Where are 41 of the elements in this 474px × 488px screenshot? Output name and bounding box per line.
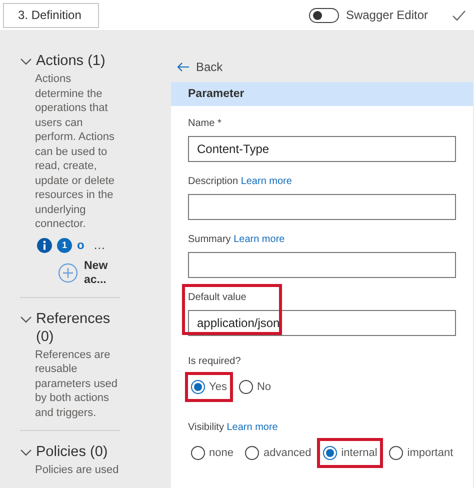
section-title[interactable]: Actions (1) xyxy=(36,52,106,70)
field-label: Default value xyxy=(188,292,248,304)
count-badge: 1 xyxy=(57,238,72,252)
chevron-icon[interactable] xyxy=(20,316,32,324)
operation-name[interactable]: o xyxy=(77,238,84,252)
radio-option[interactable]: Yes xyxy=(185,374,233,400)
radio-option[interactable]: internal xyxy=(317,440,384,466)
swagger-toggle[interactable] xyxy=(308,8,339,22)
input-field[interactable] xyxy=(188,252,456,278)
section-description: References are reusable parameters used by both actions and triggers. xyxy=(35,348,119,420)
learn-more-link[interactable]: Learn more xyxy=(240,176,292,187)
info-icon xyxy=(37,238,52,252)
field-label: Name * xyxy=(188,118,222,130)
section-description: Actions determine the operations that users can perform. Actions can be used to read, create, update or delete resources in the underlying connector. xyxy=(35,72,116,232)
radio-option[interactable]: important xyxy=(383,440,460,466)
group-label: Is required? xyxy=(188,356,242,368)
section-description: Policies are used xyxy=(35,463,119,478)
check-icon[interactable] xyxy=(452,10,466,20)
field-label: Description Learn more xyxy=(188,176,293,188)
chevron-icon[interactable] xyxy=(20,449,32,457)
learn-more-link[interactable]: Learn more xyxy=(226,422,278,433)
step-dropdown[interactable]: 3. Definition xyxy=(3,2,99,28)
toggle-label: Swagger Editor xyxy=(346,8,428,22)
section-title[interactable]: References (0) xyxy=(36,310,120,346)
input-field[interactable]: Content-Type xyxy=(188,136,456,162)
panel-header: Parameter xyxy=(171,82,474,106)
group-label: Visibility Learn more xyxy=(188,422,279,434)
back-button[interactable]: Back xyxy=(171,52,229,82)
radio-option[interactable]: none xyxy=(185,440,240,466)
chevron-icon[interactable] xyxy=(20,58,32,66)
input-field[interactable] xyxy=(188,194,456,220)
plus-icon xyxy=(58,262,78,282)
more-icon[interactable]: … xyxy=(93,238,106,252)
radio-option[interactable]: advanced xyxy=(239,440,318,466)
new-action-button[interactable]: New ac... xyxy=(58,258,108,286)
input-field[interactable]: application/json xyxy=(188,310,456,336)
section-title[interactable]: Policies (0) xyxy=(36,443,108,461)
radio-option[interactable]: No xyxy=(232,374,278,400)
field-label: Summary Learn more xyxy=(188,234,286,246)
learn-more-link[interactable]: Learn more xyxy=(234,234,285,245)
back-arrow-icon xyxy=(177,62,190,72)
